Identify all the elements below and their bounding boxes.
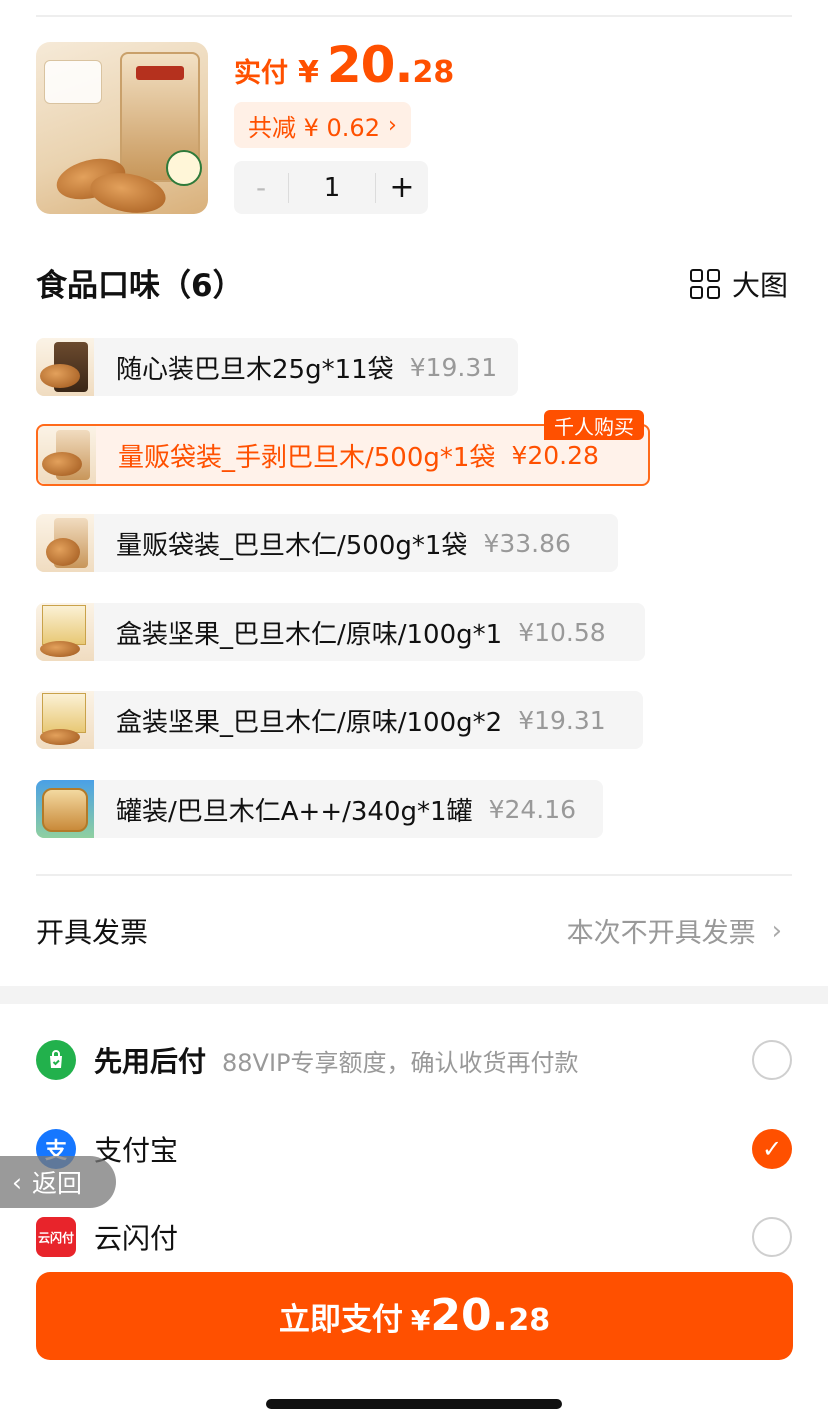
payment-option-unionpay[interactable]: 云闪付 云闪付 [36, 1207, 792, 1267]
big-image-toggle[interactable]: 大图 [690, 264, 788, 304]
sku-thumbnail [36, 780, 94, 838]
unionpay-icon: 云闪付 [36, 1217, 76, 1257]
big-image-label: 大图 [732, 269, 789, 302]
decrease-button[interactable]: - [234, 171, 288, 204]
pay-button-amount-decimal: 28 [508, 1303, 551, 1338]
payment-desc: 88VIP专享额度，确认收货再付款 [222, 1048, 579, 1077]
sku-name: 盒装坚果_巴旦木仁/原味/100g*1 [116, 619, 503, 650]
product-image[interactable] [36, 42, 208, 214]
payment-name: 云闪付 [94, 1222, 179, 1255]
sku-price: ¥19.31 [518, 705, 606, 735]
payment-name: 先用后付 [94, 1045, 207, 1078]
sku-name: 量贩袋装_手剥巴旦木/500g*1袋 [118, 442, 496, 473]
sku-thumbnail [36, 514, 94, 572]
section-divider [36, 874, 792, 876]
chevron-right-icon: › [387, 112, 397, 138]
price-label: 实付 [234, 58, 288, 89]
sku-option[interactable]: 量贩袋装_巴旦木仁/500g*1袋 ¥33.86 [36, 514, 618, 572]
price-currency: ¥ [298, 55, 319, 90]
invoice-value: 本次不开具发票 [566, 918, 756, 949]
radio-button[interactable] [752, 1217, 792, 1257]
payment-option-pay-later[interactable]: 先用后付 88VIP专享额度，确认收货再付款 [36, 1030, 792, 1090]
checkmark-icon[interactable]: ✓ [752, 1129, 792, 1169]
sku-option[interactable]: 随心装巴旦木25g*11袋 ¥19.31 [36, 338, 518, 396]
chevron-right-icon: › [771, 915, 782, 946]
sku-thumbnail [36, 691, 94, 749]
sku-price: ¥20.28 [511, 440, 599, 470]
pay-button-amount-integer: 20. [430, 1290, 509, 1341]
sku-option[interactable]: 盒装坚果_巴旦木仁/原味/100g*1 ¥10.58 [36, 603, 645, 661]
quantity-value[interactable]: 1 [289, 173, 375, 203]
bag-check-icon [36, 1040, 76, 1080]
chevron-left-icon: ‹ [12, 1167, 22, 1197]
top-divider [36, 15, 792, 17]
sku-name: 随心装巴旦木25g*11袋 [116, 354, 394, 385]
radio-button[interactable] [752, 1040, 792, 1080]
sku-price: ¥33.86 [483, 528, 571, 558]
back-label: 返回 [32, 1169, 83, 1198]
sku-thumbnail [36, 603, 94, 661]
sku-name: 罐装/巴旦木仁A++/340g*1罐 [116, 796, 473, 827]
brand-label-graphic [136, 66, 184, 80]
pay-now-button[interactable]: 立即支付 ¥ 20. 28 [36, 1272, 793, 1360]
sku-price: ¥10.58 [518, 617, 606, 647]
sku-option[interactable]: 罐装/巴旦木仁A++/340g*1罐 ¥24.16 [36, 780, 603, 838]
popular-badge: 千人购买 [544, 410, 644, 440]
price-decimal: 28 [412, 55, 455, 90]
back-button[interactable]: ‹ 返回 [0, 1156, 116, 1208]
pay-button-label: 立即支付 [278, 1302, 403, 1338]
invoice-label: 开具发票 [36, 916, 149, 949]
bestseller-badge-graphic [44, 60, 102, 104]
home-indicator [266, 1399, 562, 1409]
actual-price: 实付 ¥ 20. 28 [234, 36, 454, 100]
flavor-section-title: 食品口味（6） [36, 268, 244, 304]
sku-price: ¥19.31 [409, 352, 498, 382]
sku-name: 量贩袋装_巴旦木仁/500g*1袋 [116, 530, 468, 561]
price-integer: 20. [326, 36, 414, 94]
new-stock-seal-graphic [166, 150, 202, 186]
sku-name: 盒装坚果_巴旦木仁/原味/100g*2 [116, 707, 503, 738]
payment-option-alipay[interactable]: 支 支付宝 ✓ [36, 1119, 792, 1179]
sku-thumbnail [36, 338, 94, 396]
quantity-stepper: - 1 + [234, 161, 428, 214]
pay-button-currency: ¥ [410, 1304, 431, 1337]
discount-text: 共减 ¥ 0.62 [248, 113, 380, 142]
increase-button[interactable]: + [376, 170, 428, 205]
section-gap [0, 986, 828, 1004]
discount-tag[interactable]: 共减 ¥ 0.62 › [234, 102, 411, 148]
sku-thumbnail [38, 426, 96, 484]
sku-price: ¥24.16 [488, 794, 577, 824]
grid-icon [690, 269, 720, 299]
sku-option[interactable]: 盒装坚果_巴旦木仁/原味/100g*2 ¥19.31 [36, 691, 643, 749]
invoice-selector[interactable]: 本次不开具发票 › [567, 911, 782, 950]
